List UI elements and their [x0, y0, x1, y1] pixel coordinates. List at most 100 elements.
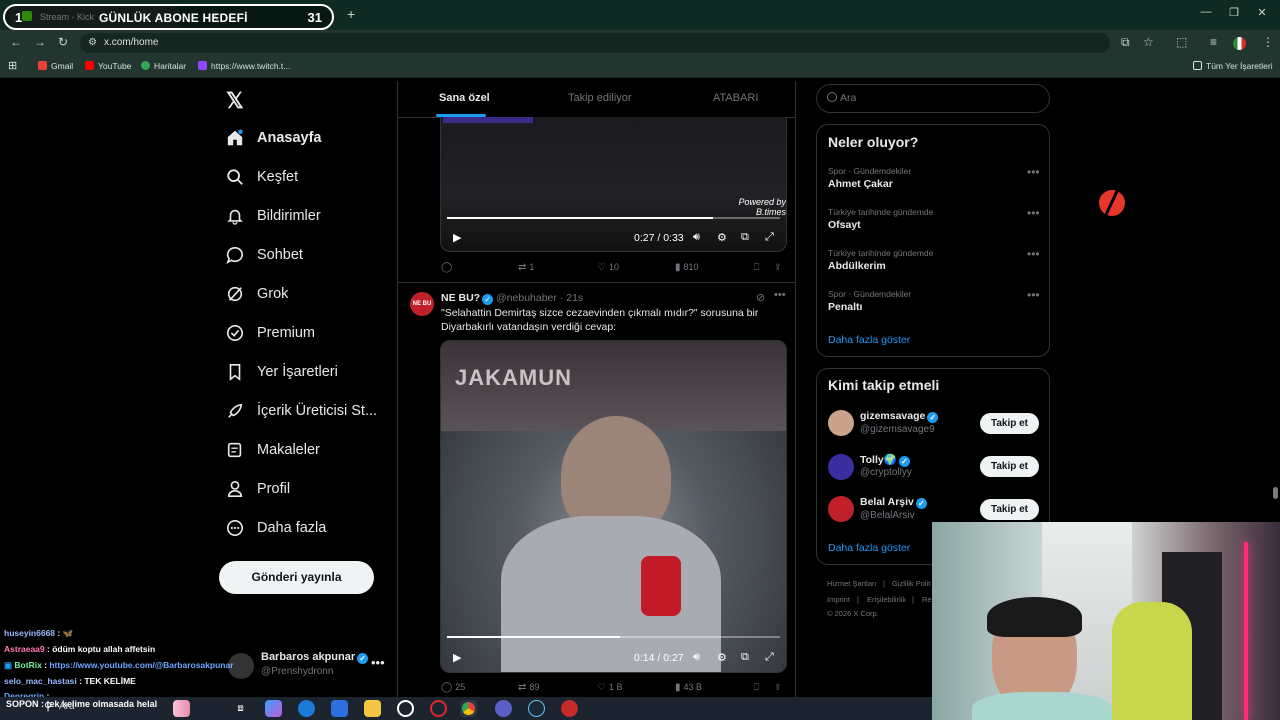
trend-item[interactable]: Penaltı [828, 301, 862, 313]
trend-more-icon[interactable]: ••• [1027, 247, 1040, 261]
media-icon[interactable]: ≡ [1210, 35, 1217, 49]
grok-explain-icon[interactable]: ⊘ [756, 291, 765, 304]
reload-icon[interactable]: ↻ [58, 35, 68, 49]
trend-more-icon[interactable]: ••• [1027, 206, 1040, 220]
share-icon[interactable]: ⇪ [774, 262, 782, 273]
tab-atabari[interactable]: ATABARI [713, 92, 758, 104]
steam-icon[interactable] [528, 700, 545, 717]
avatar[interactable] [828, 454, 854, 480]
views-button[interactable]: ▮ 810 [675, 262, 699, 273]
play-icon[interactable]: ▶ [453, 651, 461, 664]
close-icon[interactable]: ✕ [1252, 6, 1272, 22]
avatar[interactable] [828, 496, 854, 522]
bookmark-post-icon[interactable]: ⎕ [754, 262, 759, 273]
like-button[interactable]: ♡ 10 [597, 262, 619, 273]
scrollbar-thumb[interactable] [1273, 487, 1278, 499]
back-icon[interactable]: ← [10, 35, 22, 49]
views-button[interactable]: ▮ 43 B [675, 682, 702, 693]
post-time[interactable]: 21s [566, 292, 583, 304]
new-tab-button[interactable]: + [347, 6, 355, 22]
footer-link-more[interactable]: Re [922, 595, 932, 604]
follow-button[interactable]: Takip et [980, 499, 1039, 520]
chat-link[interactable]: https://www.youtube.com/@Barbarosakpunar [49, 660, 233, 670]
bookmark-maps[interactable]: Haritalar [141, 61, 186, 71]
copilot-icon[interactable] [265, 700, 282, 717]
who-name[interactable]: gizemsavage ✓ [860, 410, 939, 423]
trends-show-more-link[interactable]: Daha fazla göster [828, 334, 910, 346]
trend-more-icon[interactable]: ••• [1027, 288, 1040, 302]
pip-icon[interactable]: ⧉ [741, 231, 749, 244]
tab-following[interactable]: Takip ediliyor [568, 92, 632, 104]
account-name[interactable]: Barbaros akpunar ✓ [261, 651, 369, 664]
search-input[interactable]: Ara [816, 84, 1050, 113]
fullscreen-icon[interactable]: ⤢ [765, 651, 774, 664]
url-field[interactable]: ⚙ x.com/home [80, 33, 1110, 53]
follow-button[interactable]: Takip et [980, 413, 1039, 434]
volume-icon[interactable]: 🔊︎ [693, 231, 700, 244]
restore-icon[interactable]: ❐ [1224, 6, 1244, 22]
repost-button[interactable]: ⇄ 1 [518, 262, 534, 273]
taskbar-search-label[interactable]: Ara [59, 701, 75, 712]
trend-item[interactable]: Ahmet Çakar [828, 178, 893, 190]
menu-dots-icon[interactable]: ⋮ [1262, 35, 1274, 49]
post2-video[interactable]: JAKAMUN ▶ 0:14 / 0:27 🔊︎ ⚙ ⧉ ⤢ [440, 340, 787, 673]
trend-item[interactable]: Abdülkerim [828, 260, 886, 272]
trend-item[interactable]: Ofsayt [828, 219, 861, 231]
follow-button[interactable]: Takip et [980, 456, 1039, 477]
like-button[interactable]: ♡ 1 B [597, 682, 622, 693]
discord-icon[interactable] [495, 700, 512, 717]
outlook-icon[interactable] [331, 700, 348, 717]
post-more-icon[interactable]: ••• [774, 289, 786, 301]
reply-button[interactable]: ◯ [441, 262, 455, 273]
bookmark-post-icon[interactable]: ⎕ [754, 682, 759, 693]
chrome-app-slot[interactable] [460, 700, 477, 717]
task-view-icon[interactable]: ⧈ [232, 700, 249, 717]
footer-link-imprint[interactable]: Imprint [827, 595, 850, 604]
post-button[interactable]: Gönderi yayınla [219, 561, 374, 594]
obs-icon[interactable] [561, 700, 578, 717]
footer-link-terms[interactable]: Hizmet Şartları [827, 579, 877, 588]
all-bookmarks[interactable]: Tüm Yer İşaretleri [1193, 61, 1273, 71]
account-more-icon[interactable]: ••• [371, 655, 385, 670]
author-avatar[interactable]: NE BU [410, 292, 434, 316]
author-handle[interactable]: @nebuhaber [496, 292, 557, 304]
apps-grid-icon[interactable]: ⊞ [8, 59, 17, 72]
trend-more-icon[interactable]: ••• [1027, 165, 1040, 179]
share-icon[interactable]: ⇪ [774, 682, 782, 693]
x-logo[interactable]: 𝕏 [226, 88, 244, 114]
minimize-icon[interactable]: — [1196, 6, 1216, 22]
taskbar-widget-icon[interactable] [173, 700, 190, 717]
tab-for-you[interactable]: Sana özel [439, 92, 490, 104]
xbox-icon[interactable] [397, 700, 414, 717]
video-progress-track[interactable] [447, 217, 780, 219]
who-show-more-link[interactable]: Daha fazla göster [828, 542, 910, 554]
footer-link-privacy[interactable]: Gizlilik Polit [892, 579, 930, 588]
play-icon[interactable]: ▶ [453, 231, 461, 244]
bookmark-youtube[interactable]: YouTube [85, 61, 131, 71]
taskbar-search-icon[interactable]: ⚲ [44, 700, 52, 713]
author-name[interactable]: NE BU? [441, 292, 480, 304]
avatar[interactable] [828, 410, 854, 436]
fullscreen-icon[interactable]: ⤢ [765, 231, 774, 244]
opera-icon[interactable] [430, 700, 447, 717]
profile-avatar[interactable] [1233, 37, 1246, 50]
bookmark-star-icon[interactable]: ☆ [1143, 35, 1154, 49]
post1-video[interactable]: Powered by B.times ▶ 0:27 / 0:33 🔊︎ ⚙ ⧉ … [440, 117, 787, 252]
edge-icon[interactable] [298, 700, 315, 717]
who-name[interactable]: Belal Arşiv ✓ [860, 496, 927, 509]
bookmark-gmail[interactable]: Gmail [38, 61, 73, 71]
volume-icon[interactable]: 🔊︎ [693, 651, 700, 664]
site-info-icon[interactable]: ⚙ [88, 37, 97, 48]
settings-icon[interactable]: ⚙ [717, 231, 727, 244]
install-app-icon[interactable]: ⧉ [1121, 35, 1130, 50]
settings-icon[interactable]: ⚙ [717, 651, 727, 664]
footer-link-accessibility[interactable]: Erişilebilirlik [867, 595, 906, 604]
bookmark-twitch[interactable]: https://www.twitch.t... [198, 61, 290, 71]
video-progress-track[interactable] [447, 636, 780, 638]
extensions-icon[interactable]: ⬚ [1176, 35, 1187, 49]
file-explorer-icon[interactable] [364, 700, 381, 717]
forward-icon[interactable]: → [34, 35, 46, 49]
repost-button[interactable]: ⇄ 89 [518, 682, 539, 693]
reply-button[interactable]: ◯ 25 [441, 682, 465, 693]
who-name[interactable]: Tolly🌍 ✓ [860, 453, 910, 467]
